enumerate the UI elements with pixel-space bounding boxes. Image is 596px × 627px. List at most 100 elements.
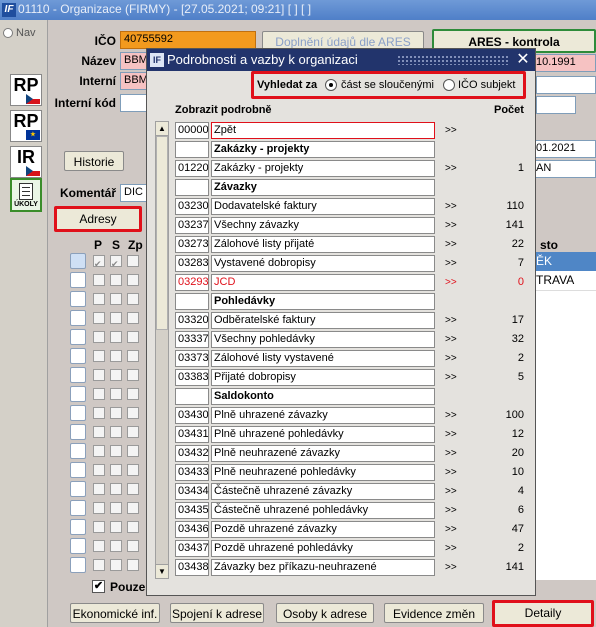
p-checkbox[interactable] [93, 426, 105, 438]
historie-button[interactable]: Historie [64, 151, 124, 171]
detail-row[interactable]: 03431 Plně uhrazené pohledávky >> 12 [175, 426, 535, 445]
row-selector[interactable] [70, 253, 86, 269]
open-arrow-icon[interactable]: >> [445, 331, 457, 348]
open-arrow-icon[interactable]: >> [445, 198, 457, 215]
scroll-up-icon[interactable]: ▲ [156, 122, 168, 136]
detail-row[interactable]: 03430 Plně uhrazené závazky >> 100 [175, 407, 535, 426]
row-selector[interactable] [70, 481, 86, 497]
right-row-selected[interactable]: ĚK [534, 252, 596, 271]
zp-checkbox[interactable] [127, 255, 139, 267]
zp-checkbox[interactable] [127, 464, 139, 476]
right-field-a[interactable] [536, 76, 596, 94]
row-selector[interactable] [70, 348, 86, 364]
zp-checkbox[interactable] [127, 293, 139, 305]
detail-row[interactable]: 03320 Odběratelské faktury >> 17 [175, 312, 535, 331]
right-text-field[interactable]: AN [532, 160, 596, 178]
open-arrow-icon[interactable]: >> [445, 540, 457, 557]
detail-row[interactable]: 03435 Částečně uhrazené pohledávky >> 6 [175, 502, 535, 521]
right-row-2[interactable]: TRAVA [534, 271, 596, 290]
open-arrow-icon[interactable]: >> [445, 236, 457, 253]
detail-row[interactable]: 03438 Závazky bez příkazu-neuhrazené >> 141 [175, 559, 535, 578]
detail-row[interactable]: 03434 Částečně uhrazené závazky >> 4 [175, 483, 535, 502]
zp-checkbox[interactable] [127, 445, 139, 457]
row-selector[interactable] [70, 462, 86, 478]
ukoly-icon[interactable]: ÚKOLY [10, 178, 42, 212]
detail-row[interactable]: 03436 Pozdě uhrazené závazky >> 47 [175, 521, 535, 540]
open-arrow-icon[interactable]: >> [445, 502, 457, 519]
detail-row[interactable]: 03433 Plně neuhrazené pohledávky >> 10 [175, 464, 535, 483]
details-button[interactable]: Detaily [492, 600, 594, 627]
scroll-thumb[interactable] [156, 136, 168, 330]
change-log-button[interactable]: Evidence změn [384, 603, 484, 623]
zp-checkbox[interactable] [127, 388, 139, 400]
s-checkbox[interactable] [110, 293, 122, 305]
p-checkbox[interactable] [93, 350, 105, 362]
persons-address-button[interactable]: Osoby k adrese [276, 603, 374, 623]
ir-cz-icon[interactable]: IR [10, 146, 42, 178]
zp-checkbox[interactable] [127, 274, 139, 286]
row-selector[interactable] [70, 500, 86, 516]
detail-row[interactable]: 03230 Dodavatelské faktury >> 110 [175, 198, 535, 217]
p-checkbox[interactable] [93, 293, 105, 305]
s-checkbox[interactable] [110, 445, 122, 457]
p-checkbox[interactable] [93, 559, 105, 571]
open-arrow-icon[interactable]: >> [445, 464, 457, 481]
open-arrow-icon[interactable]: >> [445, 369, 457, 386]
p-checkbox[interactable] [93, 483, 105, 495]
s-checkbox[interactable]: ✔ [110, 255, 122, 269]
p-checkbox[interactable] [93, 369, 105, 381]
zp-checkbox[interactable] [127, 407, 139, 419]
open-arrow-icon[interactable]: >> [445, 217, 457, 234]
p-checkbox[interactable] [93, 331, 105, 343]
right-field-b[interactable] [536, 96, 576, 114]
row-selector[interactable] [70, 519, 86, 535]
date-field-2[interactable]: 01.2021 [532, 140, 596, 158]
p-checkbox[interactable] [93, 407, 105, 419]
economic-info-button[interactable]: Ekonomické inf. [70, 603, 160, 623]
detail-row[interactable]: 03432 Plně neuhrazené závazky >> 20 [175, 445, 535, 464]
open-arrow-icon[interactable]: >> [445, 274, 457, 291]
p-checkbox[interactable] [93, 312, 105, 324]
open-arrow-icon[interactable]: >> [445, 312, 457, 329]
row-selector[interactable] [70, 329, 86, 345]
open-arrow-icon[interactable]: >> [445, 255, 457, 272]
row-selector[interactable] [70, 405, 86, 421]
s-checkbox[interactable] [110, 331, 122, 343]
zp-checkbox[interactable] [127, 559, 139, 571]
open-arrow-icon[interactable]: >> [445, 559, 457, 576]
zp-checkbox[interactable] [127, 369, 139, 381]
s-checkbox[interactable] [110, 312, 122, 324]
detail-row[interactable]: 03283 Vystavené dobropisy >> 7 [175, 255, 535, 274]
open-arrow-icon[interactable]: >> [445, 160, 457, 177]
detail-row[interactable]: 03293 JCD >> 0 [175, 274, 535, 293]
row-selector[interactable] [70, 310, 86, 326]
open-arrow-icon[interactable]: >> [445, 483, 457, 500]
s-checkbox[interactable] [110, 540, 122, 552]
option-2-radio[interactable] [443, 79, 455, 91]
zp-checkbox[interactable] [127, 350, 139, 362]
address-connection-button[interactable]: Spojení k adrese [170, 603, 264, 623]
s-checkbox[interactable] [110, 274, 122, 286]
p-checkbox[interactable] [93, 502, 105, 514]
pouze-checkbox[interactable]: ✔ [92, 580, 105, 593]
detail-row[interactable]: 03383 Přijaté dobropisy >> 5 [175, 369, 535, 388]
open-arrow-icon[interactable]: >> [445, 445, 457, 462]
detail-row[interactable]: 00000 Zpět >> [175, 122, 535, 141]
p-checkbox[interactable]: ✔ [93, 255, 105, 269]
row-selector[interactable] [70, 272, 86, 288]
scroll-down-icon[interactable]: ▼ [156, 564, 168, 578]
open-arrow-icon[interactable]: >> [445, 350, 457, 367]
detail-row[interactable]: 03437 Pozdě uhrazené pohledávky >> 2 [175, 540, 535, 559]
p-checkbox[interactable] [93, 540, 105, 552]
detail-row[interactable]: 03373 Zálohové listy vystavené >> 2 [175, 350, 535, 369]
date-field-1[interactable]: 10.1991 [532, 54, 596, 72]
s-checkbox[interactable] [110, 464, 122, 476]
detail-row[interactable]: 03273 Zálohové listy přijaté >> 22 [175, 236, 535, 255]
detail-row[interactable]: 03337 Všechny pohledávky >> 32 [175, 331, 535, 350]
tab-adresy[interactable]: Adresy [54, 206, 142, 232]
zp-checkbox[interactable] [127, 483, 139, 495]
rp-cz-icon[interactable]: RP [10, 74, 42, 106]
open-arrow-icon[interactable]: >> [445, 521, 457, 538]
row-selector[interactable] [70, 443, 86, 459]
s-checkbox[interactable] [110, 407, 122, 419]
